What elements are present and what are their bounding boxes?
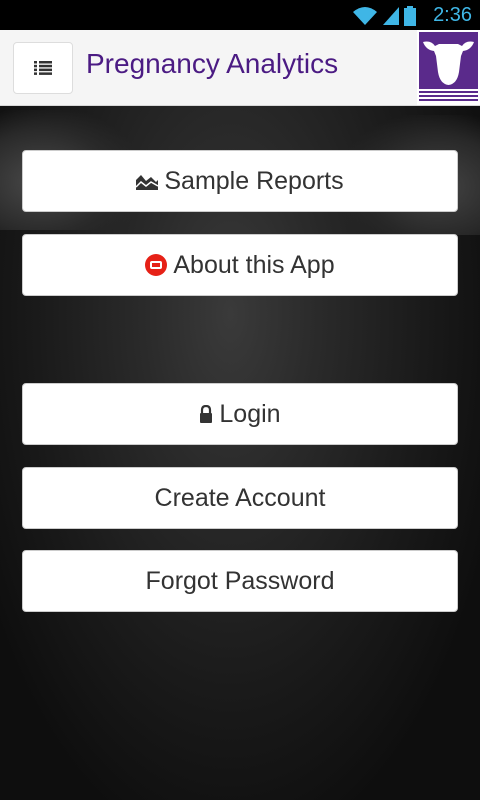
- area-chart-icon: [136, 172, 159, 190]
- status-icons: [352, 4, 416, 26]
- login-label: Login: [219, 399, 281, 428]
- cow-logo: [417, 30, 480, 105]
- status-time: 2:36: [433, 4, 472, 26]
- login-button[interactable]: Login: [22, 383, 458, 445]
- forgot-password-label: Forgot Password: [145, 566, 335, 595]
- sample-reports-button[interactable]: Sample Reports: [22, 150, 458, 212]
- create-account-label: Create Account: [154, 483, 326, 512]
- lock-icon: [199, 405, 213, 423]
- create-account-button[interactable]: Create Account: [22, 467, 458, 529]
- logo-box: [419, 32, 478, 89]
- logo-line: [419, 99, 478, 101]
- youtube-icon: [145, 254, 168, 276]
- wifi-icon: [353, 7, 377, 25]
- cow-icon: [423, 41, 474, 85]
- menu-button[interactable]: [13, 42, 73, 94]
- sample-reports-label: Sample Reports: [164, 166, 344, 195]
- logo-line: [419, 91, 478, 93]
- app-title: Pregnancy Analytics: [86, 48, 339, 79]
- list-icon: [34, 61, 52, 75]
- about-label: About this App: [173, 250, 335, 279]
- logo-line: [419, 95, 478, 97]
- about-button[interactable]: About this App: [22, 234, 458, 296]
- signal-icon: [383, 7, 399, 25]
- forgot-password-button[interactable]: Forgot Password: [22, 550, 458, 612]
- app-bar: Pregnancy Analytics: [0, 30, 480, 106]
- status-bar: 2:36: [0, 0, 480, 30]
- battery-icon: [404, 6, 416, 26]
